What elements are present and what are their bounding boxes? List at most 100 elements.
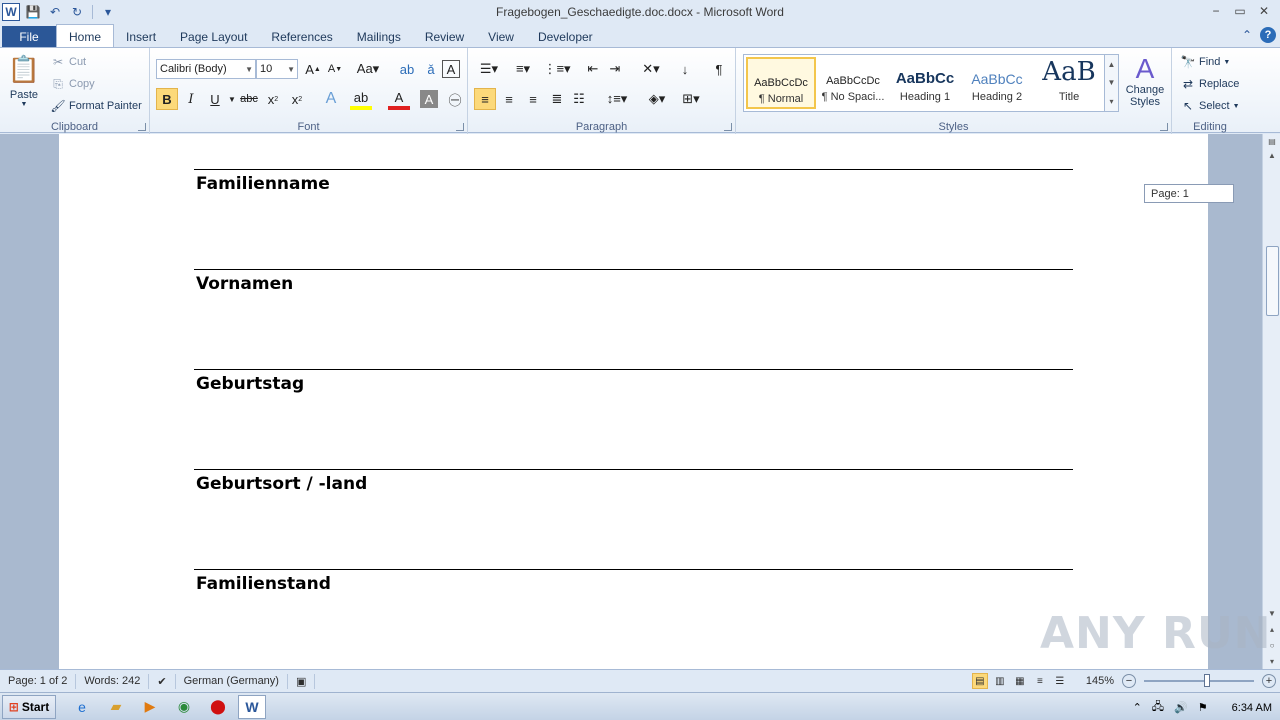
- style-heading-1[interactable]: AaBbCc Heading 1: [890, 57, 960, 109]
- opera-icon[interactable]: ⬤: [204, 695, 232, 719]
- save-icon[interactable]: 💾: [24, 3, 42, 21]
- text-effects-icon[interactable]: A: [320, 88, 342, 110]
- zoom-in-icon[interactable]: +: [1262, 674, 1276, 688]
- distributed-button[interactable]: ☷: [568, 88, 590, 110]
- tab-home[interactable]: Home: [56, 24, 115, 48]
- language-indicator[interactable]: German (Germany): [176, 673, 288, 689]
- more-styles-icon[interactable]: ▾: [1109, 97, 1113, 106]
- form-field[interactable]: Geburtstag: [194, 369, 1073, 469]
- media-player-icon[interactable]: ▶: [136, 695, 164, 719]
- style-heading-2[interactable]: AaBbCc Heading 2: [962, 57, 1032, 109]
- zoom-slider[interactable]: [1144, 674, 1254, 687]
- align-center-button[interactable]: ≡: [498, 88, 520, 110]
- web-layout-icon[interactable]: ▦: [1012, 673, 1028, 689]
- gallery-scroll[interactable]: ▲ ▼ ▾: [1104, 55, 1118, 111]
- form-field[interactable]: Vornamen: [194, 269, 1073, 369]
- italic-button[interactable]: I: [180, 88, 202, 110]
- shading-icon[interactable]: ◈▾: [642, 88, 672, 110]
- phonetic-guide-icon[interactable]: ǎ: [420, 58, 442, 80]
- shrink-font-icon[interactable]: A ▼: [324, 58, 346, 80]
- font-name-combo[interactable]: Calibri (Body) ▼: [156, 59, 256, 79]
- outline-icon[interactable]: ≡: [1032, 673, 1048, 689]
- scroll-down-icon[interactable]: ▼: [1108, 78, 1116, 87]
- redo-icon[interactable]: ↻: [68, 3, 86, 21]
- numbering-icon[interactable]: ≡▾: [508, 58, 538, 80]
- change-styles-button[interactable]: A Change Styles: [1122, 54, 1168, 109]
- zoom-level[interactable]: 145%: [1086, 675, 1114, 687]
- replace-button[interactable]: ⇄ Replace: [1180, 76, 1239, 92]
- vertical-scrollbar[interactable]: ▤ ▲ ▼ ▴ ○ ▾: [1262, 134, 1280, 669]
- clock[interactable]: 6:34 AM: [1232, 702, 1272, 714]
- start-button[interactable]: ⊞ Start: [2, 694, 56, 719]
- bold-button[interactable]: B: [156, 88, 178, 110]
- subscript-button[interactable]: x2: [262, 88, 284, 110]
- tab-mailings[interactable]: Mailings: [345, 26, 413, 48]
- tab-insert[interactable]: Insert: [114, 26, 168, 48]
- undo-icon[interactable]: ↶: [46, 3, 64, 21]
- font-size-combo[interactable]: 10 ▼: [256, 59, 298, 79]
- superscript-button[interactable]: x2: [286, 88, 308, 110]
- tab-page-layout[interactable]: Page Layout: [168, 26, 259, 48]
- sort-icon[interactable]: ↓: [674, 58, 696, 80]
- form-field[interactable]: Familienstand: [194, 569, 1073, 669]
- style-title[interactable]: AaB Title: [1034, 57, 1104, 109]
- form-field[interactable]: Geburtsort / -land: [194, 469, 1073, 569]
- align-left-button[interactable]: ≡: [474, 88, 496, 110]
- justify-button[interactable]: ≣: [546, 88, 568, 110]
- file-explorer-icon[interactable]: ▰: [102, 695, 130, 719]
- proofing-icon[interactable]: ✔: [149, 673, 176, 689]
- word-count[interactable]: Words: 242: [76, 673, 150, 689]
- increase-indent-icon[interactable]: ⇥: [604, 58, 626, 80]
- scroll-up-icon[interactable]: ▲: [1263, 148, 1280, 162]
- scroll-thumb[interactable]: [1266, 246, 1279, 316]
- strikethrough-button[interactable]: abc: [238, 88, 260, 110]
- print-layout-icon[interactable]: ▤: [971, 673, 988, 689]
- asian-layout-icon[interactable]: ✕▾: [636, 58, 666, 80]
- tab-developer[interactable]: Developer: [526, 26, 605, 48]
- underline-button[interactable]: U: [204, 88, 226, 110]
- tab-review[interactable]: Review: [413, 26, 476, 48]
- close-button[interactable]: ✕: [1252, 2, 1276, 20]
- cut-button[interactable]: ✂ Cut: [50, 54, 86, 70]
- help-icon[interactable]: ?: [1260, 27, 1276, 43]
- ruler-toggle-icon[interactable]: ▤: [1263, 134, 1280, 148]
- copy-button[interactable]: ⎘ Copy: [50, 76, 95, 92]
- line-spacing-icon[interactable]: ↕≡▾: [602, 88, 632, 110]
- select-button[interactable]: ↖ Select ▼: [1180, 98, 1240, 114]
- character-shading-icon[interactable]: A: [420, 90, 438, 108]
- font-color-icon[interactable]: A: [388, 88, 410, 110]
- style-no-spacing[interactable]: AaBbCcDc ¶ No Spaci...: [818, 57, 888, 109]
- minimize-ribbon-icon[interactable]: ⌃: [1242, 28, 1252, 42]
- paragraph-launcher-icon[interactable]: [724, 123, 732, 131]
- word-app-icon[interactable]: W: [2, 3, 20, 21]
- font-launcher-icon[interactable]: [456, 123, 464, 131]
- align-right-button[interactable]: ≡: [522, 88, 544, 110]
- clear-formatting-icon[interactable]: ab: [396, 58, 418, 80]
- change-case-icon[interactable]: Aa▾: [354, 58, 382, 80]
- bullets-icon[interactable]: ☰▾: [474, 58, 504, 80]
- page-count[interactable]: Page: 1 of 2: [0, 673, 77, 689]
- minimize-button[interactable]: −: [1204, 2, 1228, 20]
- customize-qat-icon[interactable]: ▾: [99, 3, 117, 21]
- volume-icon[interactable]: 🔊: [1174, 701, 1188, 714]
- chrome-icon[interactable]: ◉: [170, 695, 198, 719]
- macro-recording-icon[interactable]: ▣: [288, 673, 316, 689]
- action-center-flag-icon[interactable]: ⚑: [1198, 701, 1208, 714]
- zoom-out-icon[interactable]: −: [1122, 674, 1136, 688]
- chevron-down-icon[interactable]: ▼: [226, 88, 238, 110]
- format-painter-button[interactable]: 🖌 Format Painter: [50, 98, 141, 114]
- internet-explorer-icon[interactable]: e: [68, 695, 96, 719]
- find-button[interactable]: 🔭 Find ▼: [1180, 54, 1231, 70]
- word-taskbar-icon[interactable]: W: [238, 694, 266, 719]
- multilevel-list-icon[interactable]: ⋮≡▾: [542, 58, 572, 80]
- styles-launcher-icon[interactable]: [1160, 123, 1168, 131]
- zoom-slider-thumb[interactable]: [1204, 674, 1210, 687]
- highlight-icon[interactable]: ab: [350, 88, 372, 110]
- scroll-up-icon[interactable]: ▲: [1108, 60, 1116, 69]
- show-formatting-icon[interactable]: ¶: [708, 58, 730, 80]
- tab-view[interactable]: View: [476, 26, 526, 48]
- tab-file[interactable]: File: [2, 26, 56, 48]
- character-border-icon[interactable]: A: [442, 60, 460, 78]
- full-screen-reading-icon[interactable]: ▥: [992, 673, 1008, 689]
- restore-button[interactable]: ▭: [1228, 2, 1252, 20]
